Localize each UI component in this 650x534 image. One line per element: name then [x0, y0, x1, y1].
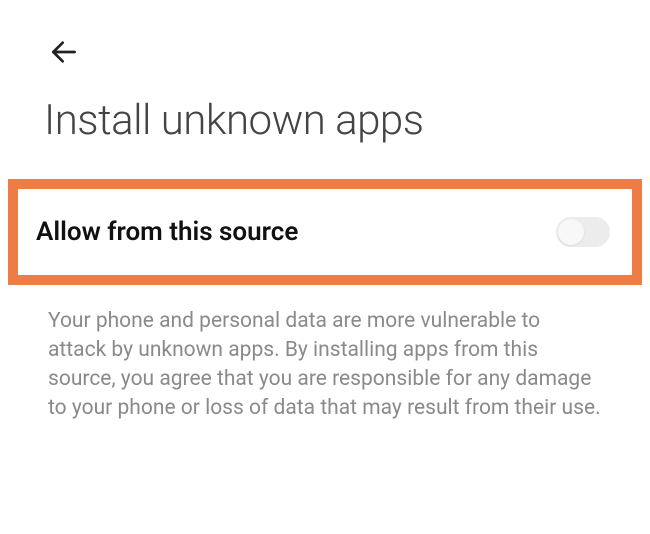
header-bar — [0, 0, 650, 72]
back-button[interactable] — [44, 32, 84, 72]
allow-source-toggle[interactable] — [556, 217, 610, 247]
warning-description: Your phone and personal data are more vu… — [0, 285, 650, 423]
allow-source-row[interactable]: Allow from this source — [8, 179, 642, 285]
page-title: Install unknown apps — [0, 72, 650, 145]
toggle-knob — [558, 219, 584, 245]
arrow-left-icon — [48, 36, 80, 68]
allow-source-label: Allow from this source — [36, 217, 298, 247]
